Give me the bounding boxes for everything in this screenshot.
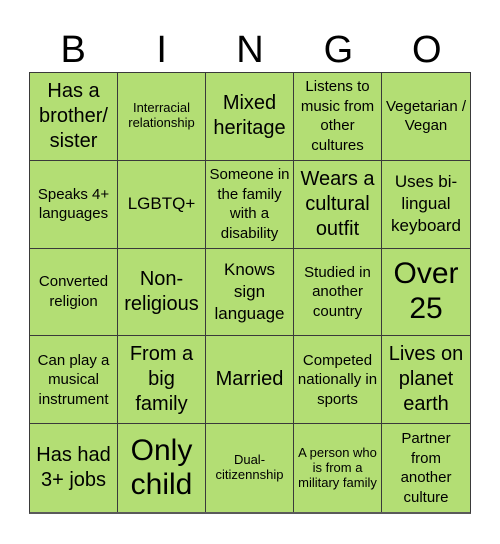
bingo-cell[interactable]: Can play a musical instrument (30, 336, 118, 425)
bingo-cell[interactable]: Non-religious (118, 248, 206, 337)
bingo-cell[interactable]: Someone in the family with a disability (206, 160, 294, 249)
bingo-cell[interactable]: Listens to music from other cultures (294, 73, 382, 161)
bingo-cell[interactable]: Lives on planet earth (382, 336, 470, 425)
bingo-cell[interactable]: Over 25 (382, 249, 470, 337)
bingo-cell[interactable]: Vegetarian / Vegan (382, 73, 470, 161)
bingo-cell[interactable]: Partner from another culture (382, 424, 470, 512)
bingo-cell[interactable]: Mixed heritage (206, 73, 294, 161)
bingo-board: Has a brother/ sister Interracial relati… (29, 72, 471, 514)
header-letter-b: B (60, 29, 86, 71)
bingo-cell[interactable]: Knows sign language (206, 248, 294, 337)
bingo-header: B I N G O (29, 28, 471, 72)
bingo-cell[interactable]: Uses bi-lingual keyboard (382, 161, 470, 249)
bingo-cell[interactable]: Wears a cultural outfit (294, 160, 382, 249)
bingo-cell[interactable]: Studied in another country (294, 248, 382, 337)
header-letter-n: N (236, 29, 264, 71)
header-letter-g: G (323, 29, 354, 71)
bingo-cell[interactable]: LGBTQ+ (118, 160, 206, 249)
bingo-cell[interactable]: A person who is from a military family (294, 424, 382, 512)
bingo-cell[interactable]: Dual-citizennship (206, 424, 294, 512)
header-letter-o: O (412, 29, 442, 71)
header-letter-i: I (156, 29, 167, 71)
bingo-cell[interactable]: Has a brother/ sister (30, 73, 118, 161)
bingo-cell[interactable]: Has had 3+ jobs (30, 424, 118, 512)
bingo-cell[interactable]: From a big family (118, 336, 206, 425)
bingo-cell[interactable]: Competed nationally in sports (294, 336, 382, 425)
bingo-cell[interactable]: Only child (118, 424, 206, 512)
bingo-cell[interactable]: Converted religion (30, 248, 118, 337)
bingo-cell[interactable]: Married (206, 336, 294, 425)
bingo-cell[interactable]: Interracial relationship (118, 73, 206, 161)
bingo-cell[interactable]: Speaks 4+ languages (30, 160, 118, 249)
